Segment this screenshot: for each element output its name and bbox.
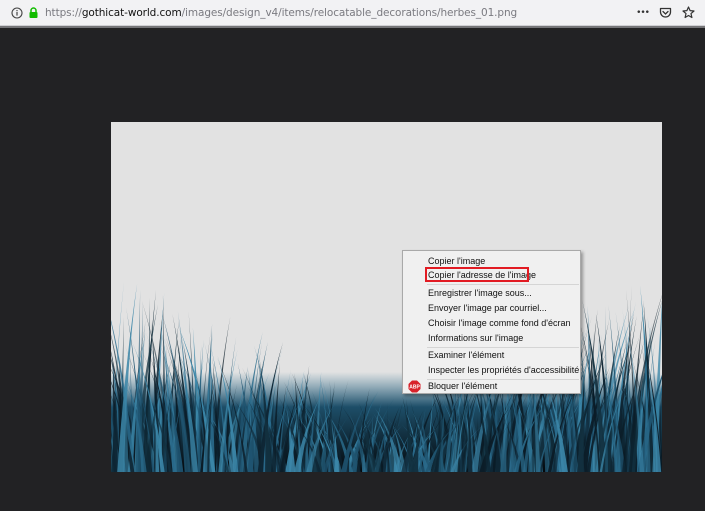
url-path: /images/design_v4/items/relocatable_deco… <box>181 7 518 19</box>
pocket-icon[interactable] <box>659 4 672 23</box>
lock-icon[interactable] <box>26 6 40 20</box>
urlbar-actions: ••• <box>636 3 695 23</box>
context-menu: Copier l'image Copier l'adresse de l'ima… <box>402 250 581 394</box>
highlight-outline <box>425 267 529 282</box>
url-bar[interactable]: https://gothicat-world.com/images/design… <box>4 3 701 23</box>
browser-toolbar: https://gothicat-world.com/images/design… <box>0 0 705 26</box>
url-prefix: https:// <box>45 7 82 19</box>
adblock-icon: ABP <box>408 380 421 393</box>
menu-item-inspect-accessibility[interactable]: Inspecter les propriétés d'accessibilité <box>403 363 580 378</box>
menu-item-save-image[interactable]: Enregistrer l'image sous... <box>403 286 580 301</box>
menu-item-image-info[interactable]: Informations sur l'image <box>403 331 580 346</box>
url-text[interactable]: https://gothicat-world.com/images/design… <box>45 7 517 19</box>
menu-item-inspect-element[interactable]: Examiner l'élément <box>403 348 580 363</box>
url-domain: gothicat-world.com <box>81 7 182 19</box>
menu-separator <box>427 284 579 285</box>
abp-badge-text: ABP <box>409 385 420 391</box>
bookmark-star-icon[interactable] <box>682 4 695 23</box>
menu-item-email-image[interactable]: Envoyer l'image par courriel... <box>403 301 580 316</box>
menu-item-set-wallpaper[interactable]: Choisir l'image comme fond d'écran <box>403 316 580 331</box>
menu-item-block-element[interactable]: ABP Bloquer l'élément <box>403 379 580 394</box>
toolbar-shadow <box>0 26 705 28</box>
menu-item-label: Bloquer l'élément <box>428 381 498 391</box>
info-icon[interactable] <box>10 6 24 20</box>
more-actions-button[interactable]: ••• <box>636 8 650 18</box>
